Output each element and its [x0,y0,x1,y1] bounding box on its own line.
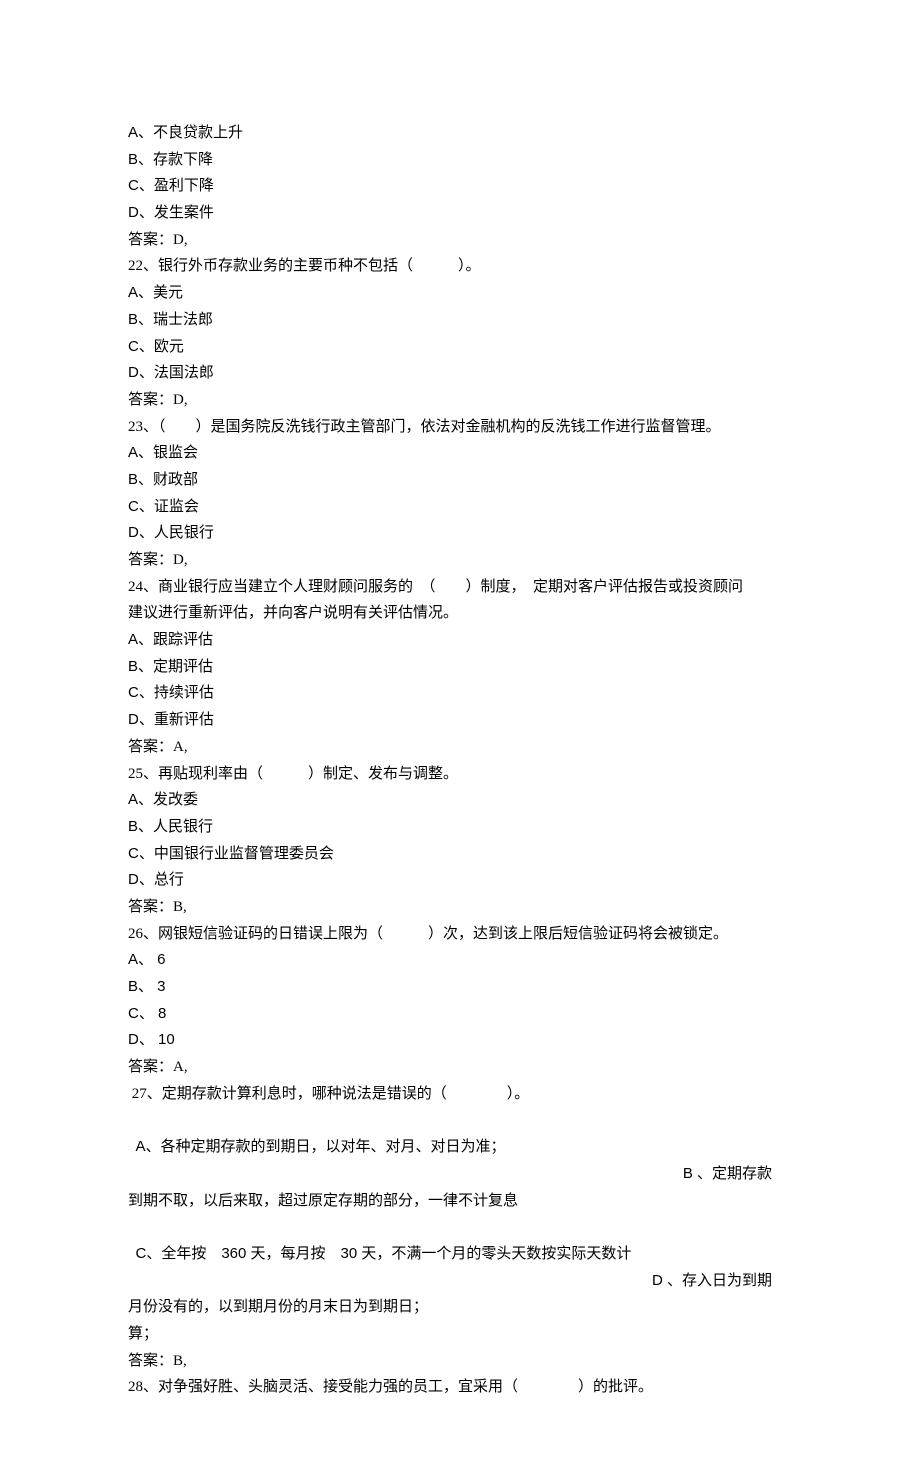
q27-option-b-cont: 到期不取，以后来取，超过原定存期的部分，一律不计复息 [128,1188,792,1215]
q27-tail: 算； [128,1321,792,1348]
q27-option-a: A、各种定期存款的到期日，以对年、对月、对日为准； [136,1138,506,1155]
q26-option-d: D、 10 [128,1027,792,1054]
q27-option-c-line: C、全年按 360 天，每月按 30 天，不满一个月的零头天数按实际天数计 D … [128,1214,792,1294]
q26-option-b: B、 3 [128,974,792,1001]
q24-stem-line2: 建议进行重新评估，并向客户说明有关评估情况。 [128,600,792,627]
q24-option-a: A、跟踪评估 [128,627,792,654]
q22-option-c: C、欧元 [128,334,792,361]
q24-option-c: C、持续评估 [128,680,792,707]
q21-option-b: B、存款下降 [128,147,792,174]
q24-stem-line1: 24、商业银行应当建立个人理财顾问服务的 （ ）制度， 定期对客户评估报告或投资… [128,574,792,601]
q21-option-a: A、不良贷款上升 [128,120,792,147]
q27-option-d-cont: 月份没有的，以到期月份的月末日为到期日； [128,1294,792,1321]
q25-option-b: B、人民银行 [128,814,792,841]
q23-option-a: A、银监会 [128,440,792,467]
q23-option-b: B、财政部 [128,467,792,494]
q26-answer: 答案：A, [128,1054,792,1081]
q21-option-c: C、盈利下降 [128,173,792,200]
q24-answer: 答案：A, [128,734,792,761]
q27-option-d-start: D 、存入日为到期 [652,1268,772,1295]
q25-option-a: A、发改委 [128,787,792,814]
q23-option-d: D、人民银行 [128,520,792,547]
q25-answer: 答案：B, [128,894,792,921]
q26-option-c: C、 8 [128,1001,792,1028]
q21-answer: 答案：D, [128,227,792,254]
q24-option-b: B、定期评估 [128,654,792,681]
q27-option-a-line: A、各种定期存款的到期日，以对年、对月、对日为准； B 、定期存款 [128,1107,792,1187]
q22-option-a: A、美元 [128,280,792,307]
q21-option-d: D、发生案件 [128,200,792,227]
q22-option-d: D、法国法郎 [128,360,792,387]
q27-option-c: C、全年按 360 天，每月按 30 天，不满一个月的零头天数按实际天数计 [136,1245,632,1262]
q26-stem: 26、网银短信验证码的日错误上限为（ ）次，达到该上限后短信验证码将会被锁定。 [128,921,792,948]
q27-stem: 27、定期存款计算利息时，哪种说法是错误的（ ）。 [128,1081,792,1108]
q24-option-d: D、重新评估 [128,707,792,734]
q27-option-b-start: B 、定期存款 [683,1161,772,1188]
q27-answer: 答案：B, [128,1348,792,1375]
q22-answer: 答案：D, [128,387,792,414]
q25-stem: 25、再贴现利率由（ ）制定、发布与调整。 [128,761,792,788]
q23-option-c: C、证监会 [128,494,792,521]
q25-option-c: C、中国银行业监督管理委员会 [128,841,792,868]
q23-answer: 答案：D, [128,547,792,574]
q26-option-a: A、 6 [128,947,792,974]
q28-stem: 28、对争强好胜、头脑灵活、接受能力强的员工，宜采用（ ）的批评。 [128,1374,792,1401]
q22-stem: 22、银行外币存款业务的主要币种不包括（ ）。 [128,253,792,280]
q22-option-b: B、瑞士法郎 [128,307,792,334]
q25-option-d: D、总行 [128,867,792,894]
q23-stem: 23、（ ）是国务院反洗钱行政主管部门，依法对金融机构的反洗钱工作进行监督管理。 [128,414,792,441]
